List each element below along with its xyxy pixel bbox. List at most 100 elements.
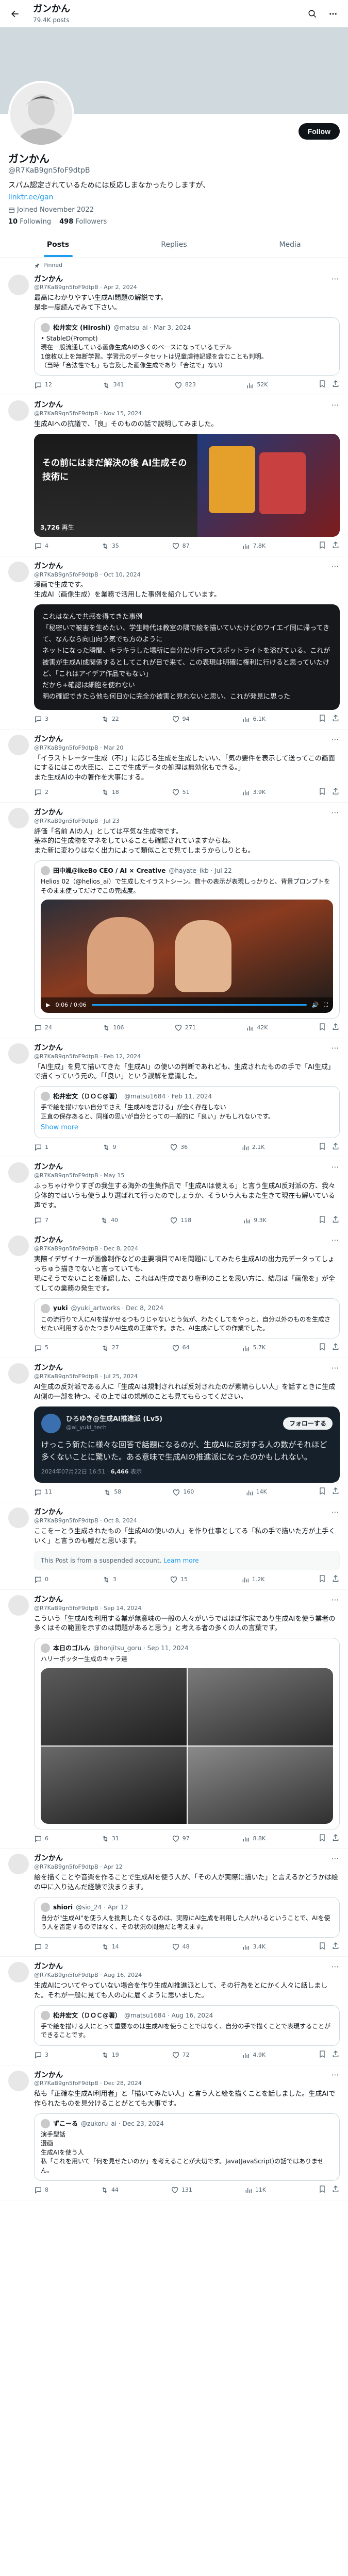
avatar[interactable] [8,274,29,295]
tweet-author-name[interactable]: ガンかん [34,400,142,410]
tweet-meta[interactable]: @R7KaB9gn5foF9dtpB · May 15 [34,1172,124,1180]
profile-avatar[interactable] [8,81,74,147]
more-icon[interactable]: ⋯ [330,2070,340,2080]
grid-image[interactable] [187,1746,333,1824]
views-button[interactable]: 4.9K [242,2050,266,2061]
share-icon[interactable] [332,1142,340,1153]
avatar[interactable] [8,807,29,828]
grid-image[interactable] [41,1668,187,1745]
views-button[interactable]: 3.9K [242,787,266,798]
quoted-tweet[interactable]: shiori @sio_24 · Apr 12 自分が"生成AI"を使う人を批判… [34,1896,340,1938]
more-icon[interactable]: ⋯ [330,562,340,571]
retweet-button[interactable]: 35 [101,541,119,552]
tweet[interactable]: ガンかん @R7KaB9gn5foF9dtpB · Nov 15, 2024 ⋯… [0,395,348,556]
more-icon[interactable]: ⋯ [330,1363,340,1372]
bookmark-icon[interactable] [318,380,326,391]
volume-icon[interactable]: 🔊 [312,1002,319,1009]
tweet-meta[interactable]: @R7KaB9gn5foF9dtpB · Feb 12, 2024 [34,1053,141,1061]
share-icon[interactable] [332,787,340,798]
reply-button[interactable]: 11 [34,1487,52,1498]
avatar[interactable] [8,734,29,755]
bookmark-icon[interactable] [318,1834,326,1844]
share-icon[interactable] [332,1023,340,1033]
more-icon[interactable]: ⋯ [330,274,340,284]
reply-button[interactable]: 2 [34,1942,48,1953]
views-button[interactable]: 8.8K [242,1834,266,1844]
tweet-author-name[interactable]: ガンかん [34,808,120,818]
like-button[interactable]: 51 [172,787,190,798]
views-button[interactable]: 5.7K [242,1343,266,1353]
share-icon[interactable] [332,1343,340,1353]
quoted-tweet[interactable]: 松井宏文（ＤＯＣ@著） @matsu1684 · Feb 11, 2024 手で… [34,1086,340,1138]
like-button[interactable]: 87 [172,541,190,552]
more-icon[interactable]: ⋯ [330,735,340,744]
grid-image[interactable] [41,1746,187,1824]
tweet-author-name[interactable]: ガンかん [34,1507,137,1517]
tweet-author-name[interactable]: ガンかん [34,1363,138,1373]
grid-image[interactable] [187,1668,333,1745]
avatar[interactable] [8,2070,29,2091]
views-button[interactable]: 14K [245,1487,267,1498]
views-button[interactable]: 3.4K [242,1942,266,1953]
retweet-button[interactable]: 44 [101,2185,119,2196]
tweet-meta[interactable]: @R7KaB9gn5foF9dtpB · Sep 14, 2024 [34,1605,141,1613]
quote-card-image[interactable]: ひろゆき@生成AI推進派 (Lv5) @ai_yuki_tech フォローする … [34,1406,340,1483]
bookmark-icon[interactable] [318,1942,326,1953]
tweet-meta[interactable]: @R7KaB9gn5foF9dtpB · Nov 15, 2024 [34,410,142,418]
avatar[interactable] [8,1363,29,1384]
reply-button[interactable]: 6 [34,1834,48,1844]
more-icon[interactable]: ⋯ [330,400,340,410]
quoted-tweet[interactable]: 田中颯@ikeBo CEO / AI × Creative @hayate_ik… [34,860,340,1019]
more-icon[interactable]: ⋯ [330,1854,340,1863]
profile-link[interactable]: linktr.ee/gan [8,193,340,202]
reply-button[interactable]: 3 [34,2050,48,2061]
views-button[interactable]: 11K [244,2185,266,2196]
like-button[interactable]: 15 [170,1574,188,1585]
quote-card-follow-button[interactable]: フォローする [283,1417,333,1430]
bookmark-icon[interactable] [318,1343,326,1353]
tweet[interactable]: ガンかん @R7KaB9gn5foF9dtpB · Sep 14, 2024 ⋯… [0,1590,348,1849]
avatar[interactable] [8,1043,29,1064]
retweet-button[interactable]: 3 [102,1574,117,1585]
more-icon[interactable]: ⋯ [330,1162,340,1172]
retweet-button[interactable]: 18 [101,787,119,798]
share-icon[interactable] [332,1215,340,1226]
tab-posts[interactable]: Posts [0,233,116,257]
tweet[interactable]: ガンかん @R7KaB9gn5foF9dtpB · Jul 23 ⋯ 評価「名前… [0,803,348,1038]
retweet-button[interactable]: 341 [102,380,124,391]
tweet-author-name[interactable]: ガンかん [34,1235,138,1245]
back-arrow-icon[interactable] [6,5,24,23]
show-more-link[interactable]: Show more [41,1123,333,1132]
share-icon[interactable] [332,1487,340,1498]
reply-button[interactable]: 5 [34,1343,48,1353]
bookmark-icon[interactable] [318,1215,326,1226]
tweet-meta[interactable]: @R7KaB9gn5foF9dtpB · Jul 23 [34,818,120,825]
more-icon[interactable]: ⋯ [330,1507,340,1517]
following-stat[interactable]: 10 Following [8,217,51,227]
tweet[interactable]: ガンかん @R7KaB9gn5foF9dtpB · Dec 28, 2024 ⋯… [0,2065,348,2200]
share-icon[interactable] [332,714,340,725]
avatar[interactable] [8,400,29,421]
views-button[interactable]: 52K [246,380,268,391]
tweet[interactable]: ガンかん @R7KaB9gn5foF9dtpB · Apr 12 ⋯ 絵を描くこ… [0,1849,348,1957]
retweet-button[interactable]: 14 [101,1942,119,1953]
reply-button[interactable]: 2 [34,787,48,798]
followers-stat[interactable]: 498 Followers [59,217,107,227]
retweet-button[interactable]: 19 [101,2050,119,2061]
quoted-video[interactable]: ▶ 0:06 / 0:06 🔊 ⛶ [41,899,333,1013]
more-icon[interactable]: ⋯ [330,808,340,817]
reply-button[interactable]: 1 [34,1142,48,1153]
bookmark-icon[interactable] [318,541,326,552]
tweet-meta[interactable]: @R7KaB9gn5foF9dtpB · Mar 20 [34,744,123,752]
bookmark-icon[interactable] [318,787,326,798]
views-button[interactable]: 42K [246,1023,268,1033]
reply-button[interactable]: 12 [34,380,52,391]
bookmark-icon[interactable] [318,1487,326,1498]
avatar[interactable] [8,1595,29,1616]
like-button[interactable]: 131 [171,2185,192,2196]
retweet-button[interactable]: 22 [101,714,119,725]
share-icon[interactable] [332,1834,340,1844]
tweet-author-name[interactable]: ガンかん [34,1962,142,1972]
reply-button[interactable]: 7 [34,1215,48,1226]
tweet-author-name[interactable]: ガンかん [34,1162,124,1172]
